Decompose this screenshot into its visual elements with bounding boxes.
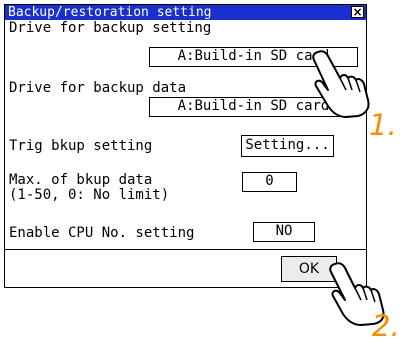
pointing-hand-icon bbox=[312, 50, 370, 118]
trig-backup-setting-button[interactable]: Setting... bbox=[241, 135, 334, 157]
footer-divider bbox=[5, 249, 366, 250]
cpu-no-field[interactable]: NO bbox=[253, 222, 315, 242]
cpu-no-label: Enable CPU No. setting bbox=[9, 225, 195, 241]
max-backup-label-line2: (1-50, 0: No limit) bbox=[9, 187, 170, 203]
backup-restoration-dialog: Backup/restoration setting × Drive for b… bbox=[4, 4, 367, 288]
backup-data-drive-label: Drive for backup data bbox=[9, 80, 187, 96]
dialog-title: Backup/restoration setting bbox=[5, 5, 366, 20]
close-button[interactable]: × bbox=[351, 6, 364, 18]
step-1-label: 1. bbox=[369, 108, 397, 142]
backup-setting-drive-label: Drive for backup setting bbox=[9, 20, 212, 36]
trig-backup-label: Trig bkup setting bbox=[9, 138, 153, 154]
max-backup-input[interactable]: 0 bbox=[242, 172, 297, 192]
step-2-label: 2. bbox=[372, 309, 400, 343]
max-backup-label-line1: Max. of bkup data bbox=[9, 172, 153, 188]
